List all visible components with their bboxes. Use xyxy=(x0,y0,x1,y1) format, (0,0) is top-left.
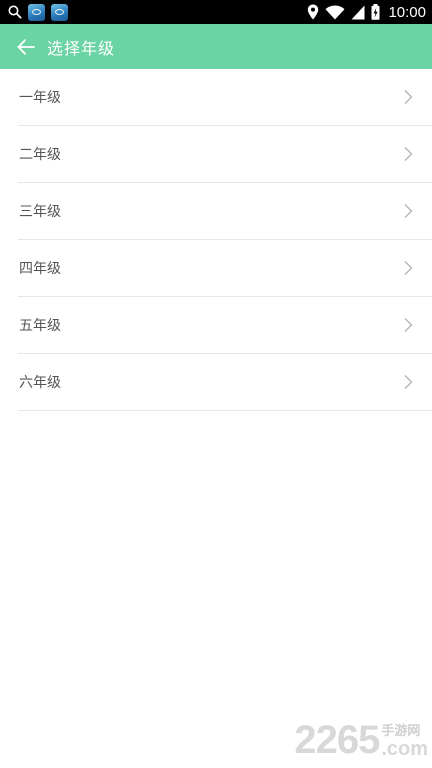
grade-item-3[interactable]: 三年级 xyxy=(18,183,432,240)
search-icon xyxy=(8,5,22,19)
watermark-side: 手游网 .com xyxy=(381,723,428,760)
chevron-right-icon xyxy=(404,261,413,275)
app-header: 选择年级 xyxy=(0,24,432,69)
back-button[interactable] xyxy=(12,33,40,61)
battery-icon xyxy=(371,4,380,20)
grade-label: 四年级 xyxy=(19,261,61,277)
status-time: 10:00 xyxy=(388,3,426,21)
grade-list: 一年级 二年级 三年级 四年级 五年级 六年级 xyxy=(0,69,432,411)
app-icon xyxy=(51,3,68,21)
wifi-icon xyxy=(325,5,345,19)
grade-item-4[interactable]: 四年级 xyxy=(18,240,432,297)
watermark-site: 手游网 xyxy=(381,723,421,738)
grade-item-1[interactable]: 一年级 xyxy=(18,69,432,126)
chevron-right-icon xyxy=(404,318,413,332)
chevron-right-icon xyxy=(404,375,413,389)
grade-label: 六年级 xyxy=(19,375,61,391)
grade-item-5[interactable]: 五年级 xyxy=(18,297,432,354)
status-bar-left xyxy=(8,3,68,21)
watermark-number: 2265 xyxy=(294,718,380,762)
grade-label: 二年级 xyxy=(19,147,61,163)
watermark-domain: .com xyxy=(381,738,428,760)
chevron-right-icon xyxy=(404,204,413,218)
chevron-right-icon xyxy=(404,147,413,161)
grade-label: 一年级 xyxy=(19,90,61,106)
chevron-right-icon xyxy=(404,90,413,104)
page-title: 选择年级 xyxy=(47,38,116,58)
app-icon xyxy=(28,3,45,21)
location-icon xyxy=(308,4,319,20)
status-bar: 10:00 xyxy=(0,0,432,24)
grade-label: 三年级 xyxy=(19,204,61,220)
status-bar-right: 10:00 xyxy=(307,4,426,21)
watermark-logo: 2265 手游网 .com xyxy=(294,720,428,760)
grade-label: 五年级 xyxy=(19,318,61,334)
grade-item-6[interactable]: 六年级 xyxy=(18,354,432,411)
signal-icon xyxy=(351,5,365,19)
grade-item-2[interactable]: 二年级 xyxy=(18,126,432,183)
arrow-left-icon xyxy=(17,38,35,55)
